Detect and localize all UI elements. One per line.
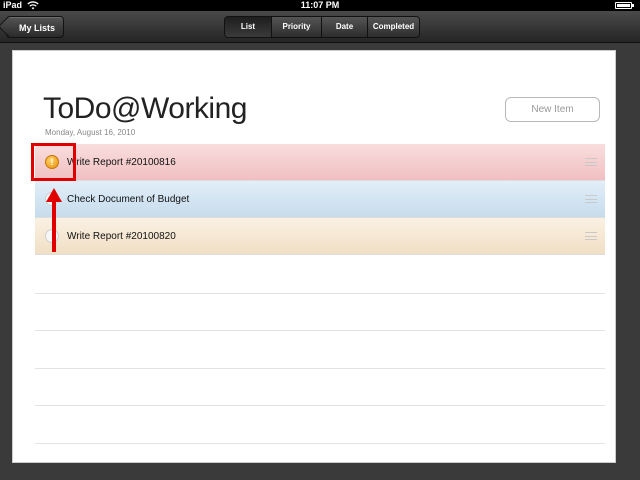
battery-icon [615, 2, 634, 9]
segment-priority[interactable]: Priority [272, 17, 322, 37]
new-item-button[interactable]: New Item [505, 97, 600, 122]
toolbar: My Lists List Priority Date Completed [0, 11, 640, 43]
task-row[interactable]: ! Write Report #20100816 [35, 144, 605, 181]
segment-date[interactable]: Date [322, 17, 368, 37]
segment-completed[interactable]: Completed [368, 17, 419, 37]
task-title: Check Document of Budget [67, 194, 190, 205]
task-title: Write Report #20100816 [67, 157, 176, 168]
reorder-grip-icon[interactable] [585, 158, 597, 166]
reorder-grip-icon[interactable] [585, 195, 597, 203]
empty-row-divider [35, 293, 605, 294]
annotation-arrow-shaft [52, 200, 56, 252]
sort-segmented-control: List Priority Date Completed [224, 16, 420, 38]
annotation-highlight-box [31, 143, 76, 181]
segment-list[interactable]: List [225, 17, 272, 37]
status-bar: iPad 11:07 PM [0, 0, 640, 11]
task-row[interactable]: Check Document of Budget [35, 181, 605, 218]
clock: 11:07 PM [300, 0, 340, 10]
my-lists-back-button[interactable]: My Lists [6, 16, 65, 38]
back-button-label: My Lists [19, 23, 56, 33]
empty-row-divider [35, 330, 605, 331]
page-title: ToDo@Working [43, 92, 247, 125]
task-title: Write Report #20100820 [67, 231, 176, 242]
empty-row-divider [35, 443, 605, 444]
empty-row-divider [35, 368, 605, 369]
task-row[interactable]: Write Report #20100820 [35, 218, 605, 255]
empty-row-divider [35, 405, 605, 406]
task-list: ! Write Report #20100816 Check Document … [35, 144, 605, 255]
page-date: Monday, August 16, 2010 [45, 128, 136, 137]
reorder-grip-icon[interactable] [585, 232, 597, 240]
